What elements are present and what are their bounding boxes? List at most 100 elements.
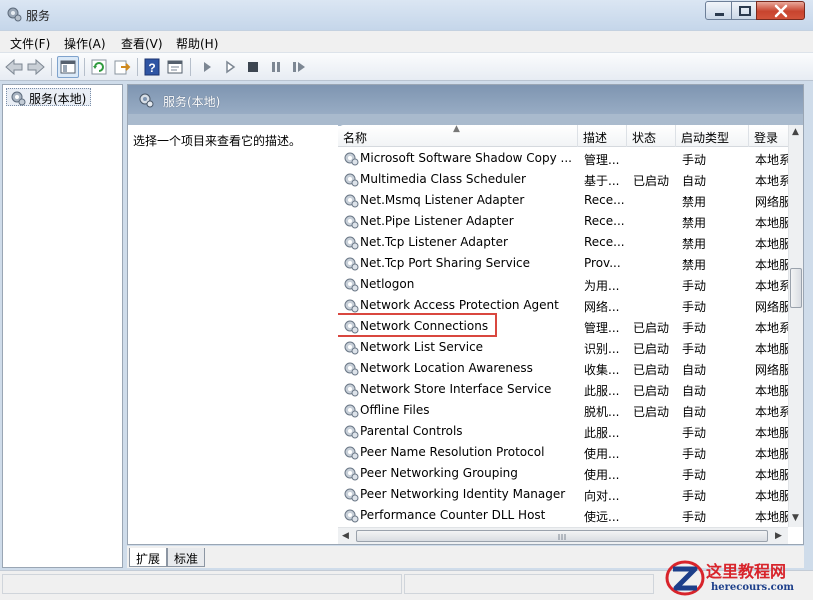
refresh-button[interactable] bbox=[89, 57, 109, 77]
services-rows: Microsoft Software Shadow Copy ... 管理... 手… bbox=[338, 148, 791, 526]
maximize-icon bbox=[739, 6, 751, 16]
service-row[interactable]: Microsoft Software Shadow Copy ... 管理... 手… bbox=[338, 148, 791, 169]
scroll-down-icon[interactable]: ▼ bbox=[792, 513, 799, 523]
vertical-scrollbar[interactable]: ▲ ▼ bbox=[788, 125, 803, 527]
maximize-button[interactable] bbox=[731, 1, 757, 20]
menu-action[interactable]: 操作(A) bbox=[64, 35, 106, 52]
service-row[interactable]: Network Connections 管理... 已启动 手动 本地系 bbox=[338, 313, 791, 337]
pane-title: 服务(本地) bbox=[163, 95, 221, 109]
service-row[interactable]: Net.Msmq Listener Adapter Rece... 禁用 网络服 bbox=[338, 190, 791, 211]
service-row[interactable]: Network Location Awareness 收集... 已启动 自动 网络服 bbox=[338, 358, 791, 379]
stop-icon bbox=[248, 62, 258, 72]
service-startup-type: 禁用 bbox=[682, 258, 707, 272]
service-row[interactable]: Net.Pipe Listener Adapter Rece... 禁用 本地服 bbox=[338, 211, 791, 232]
service-description: 使用... bbox=[584, 447, 620, 461]
properties-button[interactable] bbox=[165, 57, 185, 77]
service-row[interactable]: Peer Networking Grouping 使用... 手动 本地服 bbox=[338, 463, 791, 484]
service-description: Rece... bbox=[584, 235, 625, 249]
service-name: Peer Networking Identity Manager bbox=[360, 487, 566, 501]
window-title: 服务 bbox=[26, 9, 51, 23]
sort-ascending-icon: ▲ bbox=[453, 125, 460, 134]
service-name: Net.Pipe Listener Adapter bbox=[360, 214, 514, 228]
menu-file[interactable]: 文件(F) bbox=[10, 35, 50, 52]
tree-item-services-local[interactable]: 服务(本地) bbox=[6, 88, 92, 106]
menu-help[interactable]: 帮助(H) bbox=[176, 35, 218, 52]
service-gear-icon bbox=[343, 360, 359, 379]
service-row[interactable]: Netlogon 为用... 手动 本地系 bbox=[338, 274, 791, 295]
description-panel: 选择一个项目来查看它的描述。 bbox=[128, 125, 338, 544]
start-service-alt-button[interactable] bbox=[220, 57, 240, 77]
play-outline-icon bbox=[226, 60, 236, 74]
help-icon: ? bbox=[144, 58, 160, 76]
tab-extended[interactable]: 扩展 bbox=[129, 548, 168, 567]
service-description: 管理... bbox=[584, 321, 620, 335]
service-row[interactable]: Peer Networking Identity Manager 向对... 手动本… bbox=[338, 484, 791, 505]
horizontal-scrollbar[interactable]: ◀ ▶ bbox=[338, 527, 788, 544]
back-button[interactable] bbox=[4, 57, 24, 77]
service-name: Net.Tcp Listener Adapter bbox=[360, 235, 508, 249]
service-description: 识别... bbox=[584, 342, 620, 356]
service-row[interactable]: Offline Files 脱机... 已启动 自动 本地系 bbox=[338, 400, 791, 421]
service-gear-icon bbox=[343, 339, 359, 358]
column-header-description-label: 描述 bbox=[583, 131, 608, 145]
column-header-name[interactable]: 名称 ▲ bbox=[338, 125, 578, 147]
status-segment bbox=[404, 574, 654, 594]
service-description: 使用... bbox=[584, 468, 620, 482]
service-gear-icon bbox=[343, 381, 359, 400]
service-name: Network Connections bbox=[360, 319, 489, 333]
column-header-status[interactable]: 状态 bbox=[627, 125, 676, 147]
service-description: 使远... bbox=[584, 510, 620, 524]
service-startup-type: 手动 bbox=[682, 510, 707, 524]
minimize-button[interactable] bbox=[705, 1, 732, 20]
help-button[interactable]: ? bbox=[142, 57, 162, 77]
service-description: 此服... bbox=[584, 384, 620, 398]
service-gear-icon bbox=[343, 150, 359, 169]
service-description: Rece... bbox=[584, 193, 625, 207]
properties-icon bbox=[167, 60, 183, 74]
service-status: 已启动 bbox=[633, 384, 670, 398]
scroll-right-icon[interactable]: ▶ bbox=[775, 531, 782, 541]
start-service-button[interactable] bbox=[197, 57, 217, 77]
service-row[interactable]: Network List Service 识别... 已启动 手动 本地服 bbox=[338, 337, 791, 358]
service-description: Rece... bbox=[584, 214, 625, 228]
tree-item-label: 服务(本地) bbox=[29, 92, 87, 106]
vertical-scroll-thumb[interactable] bbox=[790, 268, 802, 308]
watermark: 这里教程网 herecours.com bbox=[664, 556, 813, 600]
service-startup-type: 自动 bbox=[682, 174, 707, 188]
tab-standard[interactable]: 标准 bbox=[167, 548, 206, 567]
service-row[interactable]: Parental Controls 此服... 手动 本地服 bbox=[338, 421, 791, 442]
column-header-startup-type[interactable]: 启动类型 bbox=[676, 125, 749, 147]
service-row[interactable]: Net.Tcp Port Sharing Service Prov... 禁用 本地服 bbox=[338, 253, 791, 274]
column-header-description[interactable]: 描述 bbox=[578, 125, 627, 147]
service-startup-type: 手动 bbox=[682, 279, 707, 293]
restart-service-button[interactable] bbox=[289, 57, 309, 77]
service-gear-icon bbox=[343, 486, 359, 505]
minimize-icon bbox=[715, 13, 724, 16]
export-list-button[interactable] bbox=[112, 57, 132, 77]
scroll-up-icon[interactable]: ▲ bbox=[792, 127, 799, 137]
horizontal-scroll-thumb[interactable] bbox=[356, 530, 768, 542]
close-button[interactable] bbox=[756, 1, 805, 20]
forward-button[interactable] bbox=[26, 57, 46, 77]
column-header-name-label: 名称 bbox=[343, 131, 368, 145]
menu-bar: 文件(F) 操作(A) 查看(V) 帮助(H) bbox=[0, 30, 813, 52]
service-row[interactable]: Multimedia Class Scheduler 基于... 已启动 自动 本地系 bbox=[338, 169, 791, 190]
menu-view[interactable]: 查看(V) bbox=[121, 35, 163, 52]
service-name: Netlogon bbox=[360, 277, 415, 291]
service-name: Microsoft Software Shadow Copy ... bbox=[360, 151, 572, 165]
pause-service-button[interactable] bbox=[266, 57, 286, 77]
service-startup-type: 手动 bbox=[682, 153, 707, 167]
show-hide-console-tree-button[interactable] bbox=[57, 56, 79, 78]
column-header-logon[interactable]: 登录 bbox=[749, 125, 788, 147]
pane-header: 服务(本地) bbox=[128, 85, 803, 114]
scroll-left-icon[interactable]: ◀ bbox=[342, 531, 349, 541]
column-header-logon-label: 登录 bbox=[754, 131, 779, 145]
stop-service-button[interactable] bbox=[243, 57, 263, 77]
service-row[interactable]: Peer Name Resolution Protocol 使用... 手动 本地服 bbox=[338, 442, 791, 463]
service-row[interactable]: Performance Counter DLL Host 使远... 手动 本地服 bbox=[338, 505, 791, 526]
service-startup-type: 手动 bbox=[682, 489, 707, 503]
service-row[interactable]: Network Store Interface Service 此服... 已启动自… bbox=[338, 379, 791, 400]
service-row[interactable]: Net.Tcp Listener Adapter Rece... 禁用 本地服 bbox=[338, 232, 791, 253]
watermark-logo-icon bbox=[665, 560, 705, 596]
service-name: Net.Tcp Port Sharing Service bbox=[360, 256, 531, 270]
